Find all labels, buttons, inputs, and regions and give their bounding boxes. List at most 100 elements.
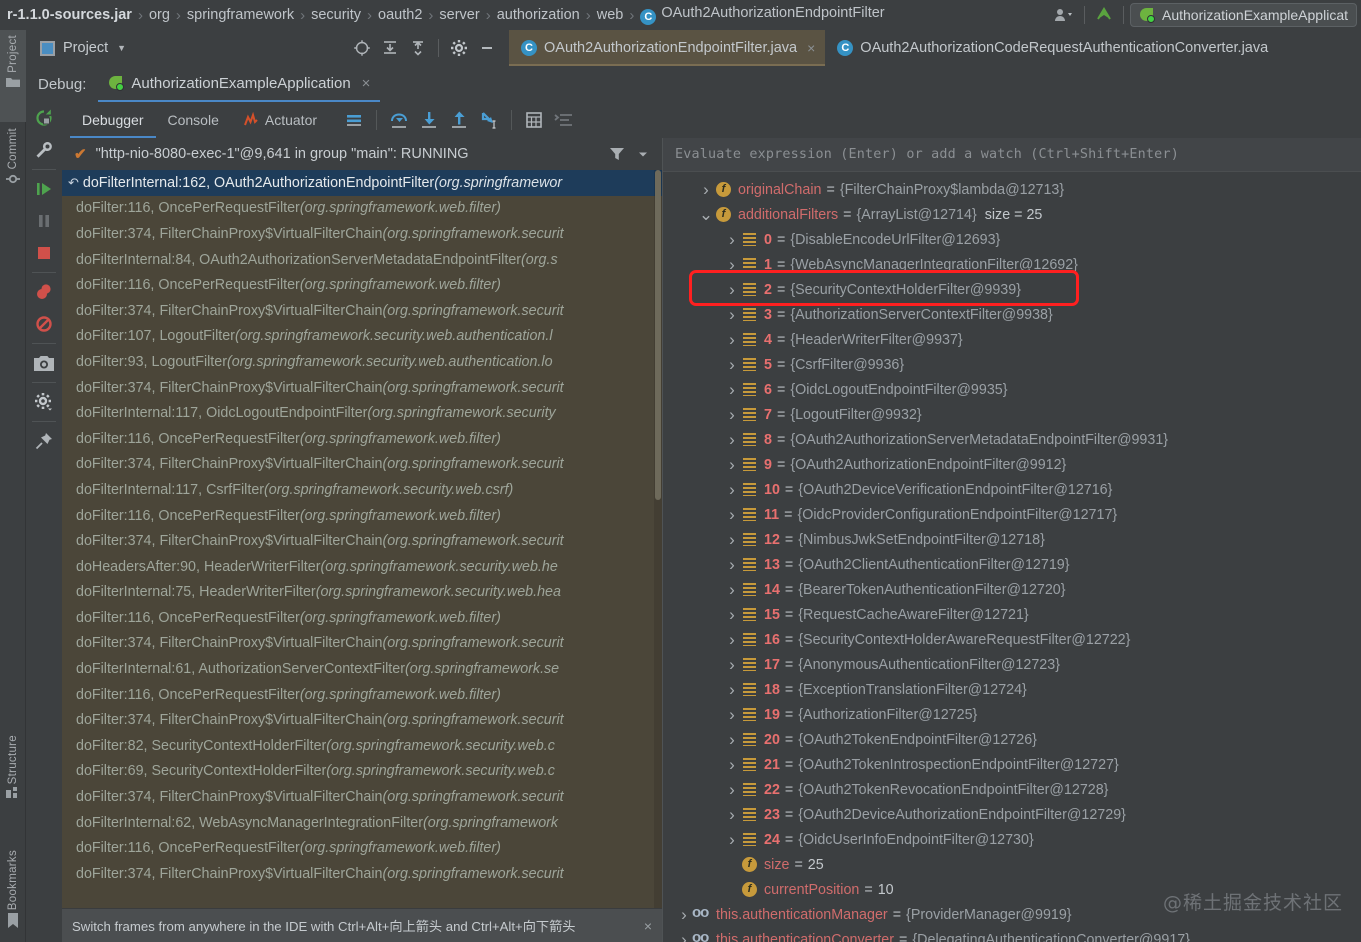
editor-tab-0[interactable]: COAuth2AuthorizationEndpointFilter.java× xyxy=(509,30,825,66)
variable-row[interactable]: ›1={WebAsyncManagerIntegrationFilter@126… xyxy=(663,252,1361,277)
debug-session-tab[interactable]: AuthorizationExampleApplication × xyxy=(98,66,380,102)
frames-scrollbar-thumb[interactable] xyxy=(655,170,661,500)
vcs-update-icon[interactable] xyxy=(1091,2,1117,28)
variable-row[interactable]: ›originalChain={FilterChainProxy$lambda@… xyxy=(663,177,1361,202)
variable-row[interactable]: ›2={SecurityContextHolderFilter@9939} xyxy=(663,277,1361,302)
view-breakpoints-button[interactable] xyxy=(26,276,62,308)
chevron-right-icon[interactable]: › xyxy=(723,680,741,700)
variable-row[interactable]: ›14={BearerTokenAuthenticationFilter@127… xyxy=(663,577,1361,602)
step-over-icon[interactable] xyxy=(384,105,414,135)
frame-row[interactable]: doFilter:116, OncePerRequestFilter (org.… xyxy=(62,605,662,631)
mute-breakpoints-button[interactable] xyxy=(26,308,62,340)
frame-row[interactable]: doFilter:116, OncePerRequestFilter (org.… xyxy=(62,426,662,452)
variable-row[interactable]: ›9={OAuth2AuthorizationEndpointFilter@99… xyxy=(663,452,1361,477)
frame-row[interactable]: doFilter:374, FilterChainProxy$VirtualFi… xyxy=(62,298,662,324)
frame-row[interactable]: doFilter:93, LogoutFilter (org.springfra… xyxy=(62,349,662,375)
minimize-icon[interactable] xyxy=(473,35,501,61)
chevron-right-icon[interactable]: › xyxy=(723,630,741,650)
chevron-right-icon[interactable]: › xyxy=(723,655,741,675)
chevron-right-icon[interactable]: › xyxy=(723,405,741,425)
breadcrumb-item-2[interactable]: springframework xyxy=(186,7,295,23)
variable-row[interactable]: ›12={NimbusJwkSetEndpointFilter@12718} xyxy=(663,527,1361,552)
variable-row[interactable]: ›10={OAuth2DeviceVerificationEndpointFil… xyxy=(663,477,1361,502)
variable-row[interactable]: ⌄additionalFilters={ArrayList@12714}size… xyxy=(663,202,1361,227)
chevron-right-icon[interactable]: › xyxy=(697,180,715,200)
chevron-right-icon[interactable]: › xyxy=(723,280,741,300)
chevron-down-icon[interactable]: ⌄ xyxy=(697,211,715,219)
rail-item-commit[interactable]: Commit xyxy=(0,128,26,189)
variable-row[interactable]: ›11={OidcProviderConfigurationEndpointFi… xyxy=(663,502,1361,527)
rail-item-bookmarks[interactable]: Bookmarks xyxy=(0,850,26,932)
expand-all-icon[interactable] xyxy=(376,35,404,61)
show-execution-point-icon[interactable] xyxy=(339,105,369,135)
breadcrumb-item-6[interactable]: authorization xyxy=(496,7,581,23)
frame-row[interactable]: doFilter:82, SecurityContextHolderFilter… xyxy=(62,733,662,759)
variable-row[interactable]: size=25 xyxy=(663,852,1361,877)
frame-row[interactable]: doFilter:374, FilterChainProxy$VirtualFi… xyxy=(62,528,662,554)
chevron-right-icon[interactable]: › xyxy=(723,430,741,450)
variable-row[interactable]: ›this.authenticationConverter={Delegatin… xyxy=(663,927,1361,942)
evaluate-icon[interactable] xyxy=(519,105,549,135)
run-to-cursor-icon[interactable] xyxy=(474,105,504,135)
close-icon[interactable]: × xyxy=(362,75,371,92)
variable-row[interactable]: ›5={CsrfFilter@9936} xyxy=(663,352,1361,377)
variable-row[interactable]: ›8={OAuth2AuthorizationServerMetadataEnd… xyxy=(663,427,1361,452)
chevron-right-icon[interactable]: › xyxy=(723,555,741,575)
chevron-right-icon[interactable]: › xyxy=(723,755,741,775)
variable-row[interactable]: ›13={OAuth2ClientAuthenticationFilter@12… xyxy=(663,552,1361,577)
step-out-icon[interactable] xyxy=(444,105,474,135)
frame-row[interactable]: doFilter:116, OncePerRequestFilter (org.… xyxy=(62,503,662,529)
variable-row[interactable]: ›18={ExceptionTranslationFilter@12724} xyxy=(663,677,1361,702)
variable-row[interactable]: ›17={AnonymousAuthenticationFilter@12723… xyxy=(663,652,1361,677)
close-icon[interactable]: × xyxy=(644,918,652,934)
frame-row[interactable]: doFilterInternal:62, WebAsyncManagerInte… xyxy=(62,810,662,836)
frame-row[interactable]: doFilterInternal:84, OAuth2Authorization… xyxy=(62,247,662,273)
variable-row[interactable]: ›16={SecurityContextHolderAwareRequestFi… xyxy=(663,627,1361,652)
frame-row[interactable]: doFilter:374, FilterChainProxy$VirtualFi… xyxy=(62,784,662,810)
evaluate-expression-bar[interactable]: Evaluate expression (Enter) or add a wat… xyxy=(663,138,1361,172)
frame-row[interactable]: doFilter:116, OncePerRequestFilter (org.… xyxy=(62,835,662,861)
resume-program-button[interactable] xyxy=(26,173,62,205)
camera-icon[interactable] xyxy=(26,347,62,379)
gear-icon[interactable] xyxy=(445,35,473,61)
chevron-right-icon[interactable]: › xyxy=(723,830,741,850)
frame-row[interactable]: doFilter:374, FilterChainProxy$VirtualFi… xyxy=(62,861,662,887)
variable-row[interactable]: ›21={OAuth2TokenIntrospectionEndpointFil… xyxy=(663,752,1361,777)
pin-icon[interactable] xyxy=(26,425,62,457)
variable-row[interactable]: ›7={LogoutFilter@9932} xyxy=(663,402,1361,427)
chevron-right-icon[interactable]: › xyxy=(723,380,741,400)
variable-row[interactable]: ›0={DisableEncodeUrlFilter@12693} xyxy=(663,227,1361,252)
chevron-down-icon[interactable] xyxy=(630,141,656,167)
breadcrumb[interactable]: r-1.1.0-sources.jar›org›springframework›… xyxy=(2,5,886,25)
user-dropdown-icon[interactable] xyxy=(1052,2,1078,28)
frame-row[interactable]: doFilter:116, OncePerRequestFilter (org.… xyxy=(62,196,662,222)
frame-row[interactable]: doHeadersAfter:90, HeaderWriterFilter (o… xyxy=(62,554,662,580)
filter-icon[interactable] xyxy=(604,141,630,167)
chevron-right-icon[interactable]: › xyxy=(675,905,693,925)
variable-row[interactable]: ›20={OAuth2TokenEndpointFilter@12726} xyxy=(663,727,1361,752)
chevron-right-icon[interactable]: › xyxy=(723,730,741,750)
pause-program-button[interactable] xyxy=(26,205,62,237)
frames-list[interactable]: ↶doFilterInternal:162, OAuth2Authorizati… xyxy=(62,170,662,908)
variable-row[interactable]: ›23={OAuth2DeviceAuthorizationEndpointFi… xyxy=(663,802,1361,827)
frame-row[interactable]: doFilterInternal:117, OidcLogoutEndpoint… xyxy=(62,400,662,426)
frame-row[interactable]: doFilter:374, FilterChainProxy$VirtualFi… xyxy=(62,631,662,657)
chevron-right-icon[interactable]: › xyxy=(723,530,741,550)
frame-row[interactable]: doFilter:107, LogoutFilter (org.springfr… xyxy=(62,324,662,350)
frame-row[interactable]: doFilter:374, FilterChainProxy$VirtualFi… xyxy=(62,707,662,733)
tab-console[interactable]: Console xyxy=(156,102,231,138)
breadcrumb-item-7[interactable]: web xyxy=(596,7,625,23)
chevron-right-icon[interactable]: › xyxy=(723,455,741,475)
chevron-right-icon[interactable]: › xyxy=(723,305,741,325)
tab-actuator[interactable]: Actuator xyxy=(231,102,329,138)
editor-tab-1[interactable]: COAuth2AuthorizationCodeRequestAuthentic… xyxy=(825,30,1278,66)
frame-row[interactable]: doFilter:374, FilterChainProxy$VirtualFi… xyxy=(62,452,662,478)
frame-row[interactable]: doFilterInternal:75, HeaderWriterFilter … xyxy=(62,580,662,606)
chevron-right-icon[interactable]: › xyxy=(723,330,741,350)
variable-row[interactable]: ›22={OAuth2TokenRevocationEndpointFilter… xyxy=(663,777,1361,802)
chevron-right-icon[interactable]: › xyxy=(723,580,741,600)
collapse-all-icon[interactable] xyxy=(404,35,432,61)
variable-row[interactable]: ›19={AuthorizationFilter@12725} xyxy=(663,702,1361,727)
frame-row[interactable]: doFilter:374, FilterChainProxy$VirtualFi… xyxy=(62,221,662,247)
frame-row[interactable]: doFilterInternal:61, AuthorizationServer… xyxy=(62,656,662,682)
